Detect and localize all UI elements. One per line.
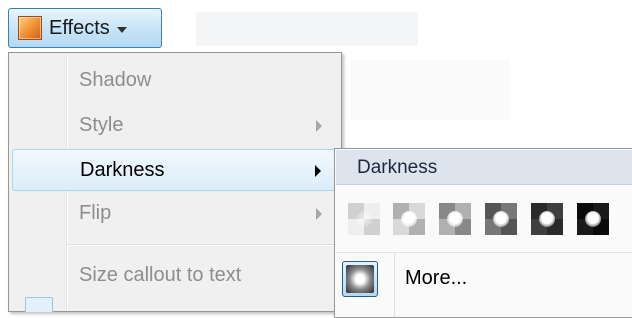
menu-item-partial-icon xyxy=(25,297,53,312)
effects-label: Effects xyxy=(49,16,110,39)
menu-separator xyxy=(67,244,337,245)
menu-item-shadow[interactable]: Shadow xyxy=(12,60,336,102)
darkness-6-icon[interactable] xyxy=(577,203,609,235)
submenu-icon-gutter xyxy=(394,253,395,317)
darkness-1-icon[interactable] xyxy=(348,203,380,235)
effects-icon xyxy=(18,16,42,40)
menu-item-label: Style xyxy=(79,114,124,136)
menu-item-label: Size callout to text xyxy=(79,264,242,286)
menu-item-darkness[interactable]: Darkness xyxy=(12,149,336,191)
submenu-title: Darkness xyxy=(357,157,438,178)
darkness-5-icon[interactable] xyxy=(531,203,563,235)
darkness-preview-icon xyxy=(346,265,374,293)
background-panel-area xyxy=(350,60,510,120)
effects-button[interactable]: Effects xyxy=(8,8,162,48)
submenu-header: Darkness xyxy=(336,150,632,185)
menu-item-label: Shadow xyxy=(79,69,152,91)
menu-item-label: Flip xyxy=(79,202,112,224)
chevron-down-icon xyxy=(116,26,127,33)
effects-menu: Shadow Style Darkness Flip Size callout … xyxy=(8,52,342,312)
submenu-arrow-icon xyxy=(316,208,322,220)
background-toolbar-area xyxy=(196,12,418,46)
menu-item-label: Darkness xyxy=(80,159,165,181)
more-button-label[interactable]: More... xyxy=(405,267,467,290)
more-darkness-icon[interactable] xyxy=(342,261,378,297)
darkness-2-icon[interactable] xyxy=(393,203,425,235)
darkness-submenu: Darkness More... xyxy=(334,148,632,318)
darkness-3-icon[interactable] xyxy=(439,203,471,235)
menu-item-size-callout-to-text[interactable]: Size callout to text xyxy=(12,255,336,297)
menu-item-style[interactable]: Style xyxy=(12,105,336,147)
submenu-separator xyxy=(336,252,632,253)
submenu-arrow-icon xyxy=(315,165,321,177)
submenu-arrow-icon xyxy=(316,120,322,132)
menu-item-flip[interactable]: Flip xyxy=(12,193,336,235)
darkness-4-icon[interactable] xyxy=(485,203,517,235)
